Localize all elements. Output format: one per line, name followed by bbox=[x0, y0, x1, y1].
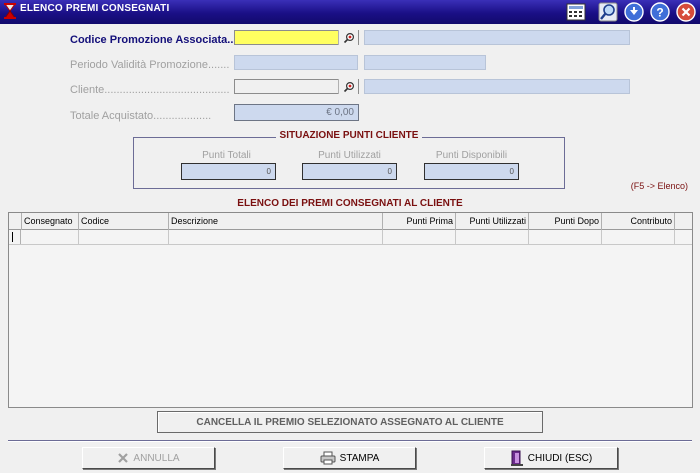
totale-acquistato-value: € 0,00 bbox=[234, 104, 359, 121]
cell-punti-dopo[interactable] bbox=[529, 230, 602, 244]
totale-acquistato-label: Totale Acquistato................... bbox=[70, 110, 212, 122]
cancella-premio-label: CANCELLA IL PREMIO SELEZIONATO ASSEGNATO… bbox=[196, 416, 504, 428]
app-icon bbox=[4, 3, 16, 19]
codice-lookup-button[interactable] bbox=[338, 30, 358, 45]
row-indicator bbox=[9, 230, 21, 244]
punti-disponibili-value: 0 bbox=[424, 163, 519, 180]
stampa-label: STAMPA bbox=[339, 452, 380, 464]
search-icon bbox=[343, 32, 354, 43]
premi-list-title: ELENCO DEI PREMI CONSEGNATI AL CLIENTE bbox=[237, 198, 463, 209]
codice-promozione-input[interactable] bbox=[234, 30, 359, 45]
premi-grid[interactable]: Consegnato Codice Descrizione Punti Prim… bbox=[8, 212, 693, 408]
f5-hint: (F5 -> Elenco) bbox=[630, 181, 688, 191]
column-contributo[interactable]: Contributo bbox=[602, 213, 675, 230]
magnifier-icon[interactable] bbox=[598, 2, 618, 22]
cross-icon bbox=[118, 453, 129, 463]
grid-header-corner bbox=[9, 213, 22, 230]
divider bbox=[8, 440, 692, 442]
cell-codice[interactable] bbox=[79, 230, 169, 244]
cliente-label: Cliente.................................… bbox=[70, 84, 230, 96]
window-title: ELENCO PREMI CONSEGNATI bbox=[20, 3, 170, 14]
column-punti-prima[interactable]: Punti Prima bbox=[383, 213, 456, 230]
codice-promozione-label: Codice Promozione Associata.... bbox=[70, 34, 240, 46]
annulla-button[interactable]: ANNULLA bbox=[82, 447, 215, 469]
column-punti-dopo[interactable]: Punti Dopo bbox=[529, 213, 602, 230]
column-punti-utilizzati[interactable]: Punti Utilizzati bbox=[456, 213, 529, 230]
situazione-punti-group: SITUAZIONE PUNTI CLIENTE Punti Totali Pu… bbox=[133, 130, 565, 189]
table-row[interactable] bbox=[9, 230, 692, 245]
grid-header: Consegnato Codice Descrizione Punti Prim… bbox=[9, 213, 692, 230]
cell-punti-prima[interactable] bbox=[383, 230, 456, 244]
punti-disponibili-label: Punti Disponibili bbox=[435, 150, 508, 161]
help-icon[interactable]: ? bbox=[650, 2, 670, 22]
printer-icon bbox=[320, 451, 336, 465]
cliente-input[interactable] bbox=[234, 79, 359, 94]
periodo-dal-field bbox=[234, 55, 358, 70]
close-icon[interactable] bbox=[676, 2, 696, 22]
periodo-validita-label: Periodo Validità Promozione....... bbox=[70, 59, 230, 71]
svg-text:?: ? bbox=[656, 6, 663, 20]
column-consegnato[interactable]: Consegnato bbox=[22, 213, 79, 230]
cell-punti-utilizzati[interactable] bbox=[456, 230, 529, 244]
cell-consegnato[interactable] bbox=[22, 230, 79, 244]
periodo-al-field bbox=[364, 55, 486, 70]
chiudi-button[interactable]: CHIUDI (ESC) bbox=[484, 447, 618, 469]
cliente-description bbox=[364, 79, 630, 94]
calculator-icon[interactable] bbox=[566, 2, 586, 22]
situazione-punti-title: SITUAZIONE PUNTI CLIENTE bbox=[275, 130, 423, 141]
cell-contributo[interactable] bbox=[602, 230, 675, 244]
title-bar: ELENCO PREMI CONSEGNATI ? bbox=[0, 0, 700, 24]
punti-totali-label: Punti Totali bbox=[202, 150, 251, 161]
exit-door-icon bbox=[510, 450, 523, 466]
codice-promozione-description bbox=[364, 30, 630, 45]
cell-descrizione[interactable] bbox=[169, 230, 383, 244]
column-codice[interactable]: Codice bbox=[79, 213, 169, 230]
cliente-lookup-button[interactable] bbox=[338, 79, 358, 94]
column-descrizione[interactable]: Descrizione bbox=[169, 213, 383, 230]
punti-utilizzati-label: Punti Utilizzati bbox=[318, 150, 381, 161]
annulla-label: ANNULLA bbox=[133, 452, 180, 464]
cancella-premio-button[interactable]: CANCELLA IL PREMIO SELEZIONATO ASSEGNATO… bbox=[157, 411, 543, 433]
stampa-button[interactable]: STAMPA bbox=[283, 447, 416, 469]
chiudi-label: CHIUDI (ESC) bbox=[527, 452, 593, 464]
punti-utilizzati-value: 0 bbox=[302, 163, 397, 180]
punti-totali-value: 0 bbox=[181, 163, 276, 180]
search-icon bbox=[343, 81, 354, 92]
download-icon[interactable] bbox=[624, 2, 644, 22]
